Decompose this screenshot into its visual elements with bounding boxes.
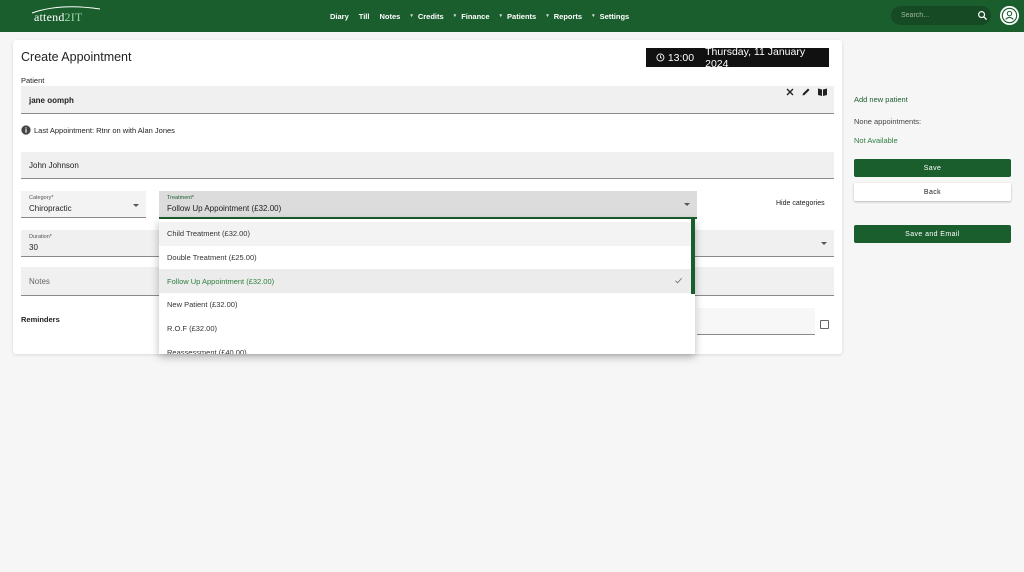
treatment-option[interactable]: Follow Up Appointment (£32.00) <box>159 269 691 293</box>
nav-item-finance[interactable]: ▾ Finance <box>454 12 490 21</box>
last-appointment-info: Last Appointment: Rtnr on with Alan Jone… <box>21 125 175 135</box>
add-new-patient-link[interactable]: Add new patient <box>854 95 908 104</box>
patient-actions <box>785 87 828 97</box>
treatment-option-label: New Patient (£32.00) <box>167 300 238 310</box>
appointments-label: None appointments: <box>854 117 922 126</box>
book-icon[interactable] <box>817 87 828 97</box>
user-circle-icon[interactable] <box>999 5 1020 26</box>
dropdown-indicator-icon: ▾ <box>546 13 549 19</box>
duration-label: Duration* <box>29 234 52 240</box>
category-value: Chiropractic <box>29 204 72 213</box>
notes-placeholder: Notes <box>29 277 50 286</box>
save-button[interactable]: Save <box>854 159 1011 177</box>
search-icon[interactable] <box>977 10 988 21</box>
dropdown-indicator-icon: ▾ <box>453 13 457 19</box>
hide-categories-link[interactable]: Hide categories <box>776 200 825 207</box>
appointment-time: 13:00 <box>667 51 695 64</box>
chevron-down-icon <box>684 203 690 206</box>
dropdown-indicator-icon: ▾ <box>410 13 413 19</box>
clock-icon <box>656 53 665 62</box>
nav-item-patients[interactable]: ▾ Patients <box>500 12 537 21</box>
dropdown-indicator-icon: ▾ <box>592 13 595 19</box>
nav-item-label: Patients <box>507 11 537 21</box>
nav-item-label: Reports <box>553 11 583 21</box>
treatment-value: Follow Up Appointment (£32.00) <box>167 204 282 213</box>
treatment-option-label: Child Treatment (£32.00) <box>167 229 250 239</box>
treatment-option[interactable]: Child Treatment (£32.00) <box>159 222 691 246</box>
nav-item-label: Notes <box>379 11 401 21</box>
chevron-down-icon <box>133 204 139 207</box>
pencil-icon[interactable] <box>801 87 811 97</box>
reminder-input[interactable] <box>697 308 815 335</box>
date-time-badge[interactable]: 13:00 Thursday, 11 January 2024 <box>646 45 829 70</box>
practitioner-value: John Johnson <box>29 161 79 170</box>
appointment-date: Thursday, 11 January 2024 <box>705 45 806 70</box>
patient-label: Patient <box>21 76 45 85</box>
chevron-down-icon <box>821 242 827 245</box>
treatment-option[interactable]: R.O.F (£32.00) <box>159 317 691 341</box>
treatment-option[interactable]: New Patient (£32.00) <box>159 293 691 317</box>
nav-item-reports[interactable]: ▾ Reports <box>546 12 582 21</box>
dropdown-scrollbar[interactable] <box>691 219 695 294</box>
logo-accent: 2IT <box>64 10 83 24</box>
nav-item-notes[interactable]: Notes <box>379 12 400 21</box>
save-and-email-button[interactable]: Save and Email <box>854 225 1011 243</box>
last-appointment-text: Last Appointment: Rtnr on with Alan Jone… <box>34 125 175 135</box>
nav-item-settings[interactable]: ▾ Settings <box>592 12 629 21</box>
treatment-label: Treatment* <box>167 195 195 201</box>
duration-value: 30 <box>29 243 38 252</box>
nav-item-label: Till <box>358 11 370 21</box>
treatment-option-label: Double Treatment (£25.00) <box>167 252 257 262</box>
treatment-option[interactable]: Double Treatment (£25.00) <box>159 246 691 270</box>
check-icon <box>675 278 682 284</box>
search-box <box>891 6 991 25</box>
info-icon <box>21 125 31 135</box>
nav-item-till[interactable]: Till <box>359 12 370 21</box>
top-navigation-bar: attend2IT Diary Till Notes ▾ Credits ▾ Finance… <box>0 0 1024 32</box>
main-nav: Diary Till Notes ▾ Credits ▾ Finance ▾ Patients ▾… <box>330 0 639 32</box>
treatment-option-label: Follow Up Appointment (£32.00) <box>167 276 275 286</box>
patient-field[interactable] <box>21 86 834 114</box>
nav-item-label: Credits <box>417 11 444 21</box>
treatment-option-label: Reassessment (£40.00) <box>167 347 247 354</box>
search-input[interactable] <box>901 9 971 22</box>
treatment-option[interactable]: Reassessment (£40.00) <box>159 341 691 354</box>
dropdown-indicator-icon: ▾ <box>499 13 503 19</box>
treatment-option-label: R.O.F (£32.00) <box>167 324 218 334</box>
logo-prefix: attend <box>34 10 65 24</box>
treatment-dropdown: Child Treatment (£32.00) Double Treatment… <box>159 219 695 354</box>
close-icon[interactable] <box>785 87 795 97</box>
reminders-label: Reminders <box>21 315 60 324</box>
nav-item-diary[interactable]: Diary <box>330 12 349 21</box>
availability-status: Not Available <box>854 136 898 145</box>
nav-item-label: Finance <box>461 11 490 21</box>
reminder-checkbox[interactable] <box>820 320 829 329</box>
page-title: Create Appointment <box>21 50 132 64</box>
category-label: Category* <box>29 195 54 201</box>
nav-item-label: Diary <box>330 11 349 21</box>
patient-value: jane oomph <box>29 96 74 105</box>
logo[interactable]: attend2IT <box>34 10 82 25</box>
nav-item-credits[interactable]: ▾ Credits <box>410 12 443 21</box>
practitioner-field[interactable] <box>21 152 834 179</box>
back-button[interactable]: Back <box>854 183 1011 201</box>
nav-item-label: Settings <box>599 11 630 21</box>
